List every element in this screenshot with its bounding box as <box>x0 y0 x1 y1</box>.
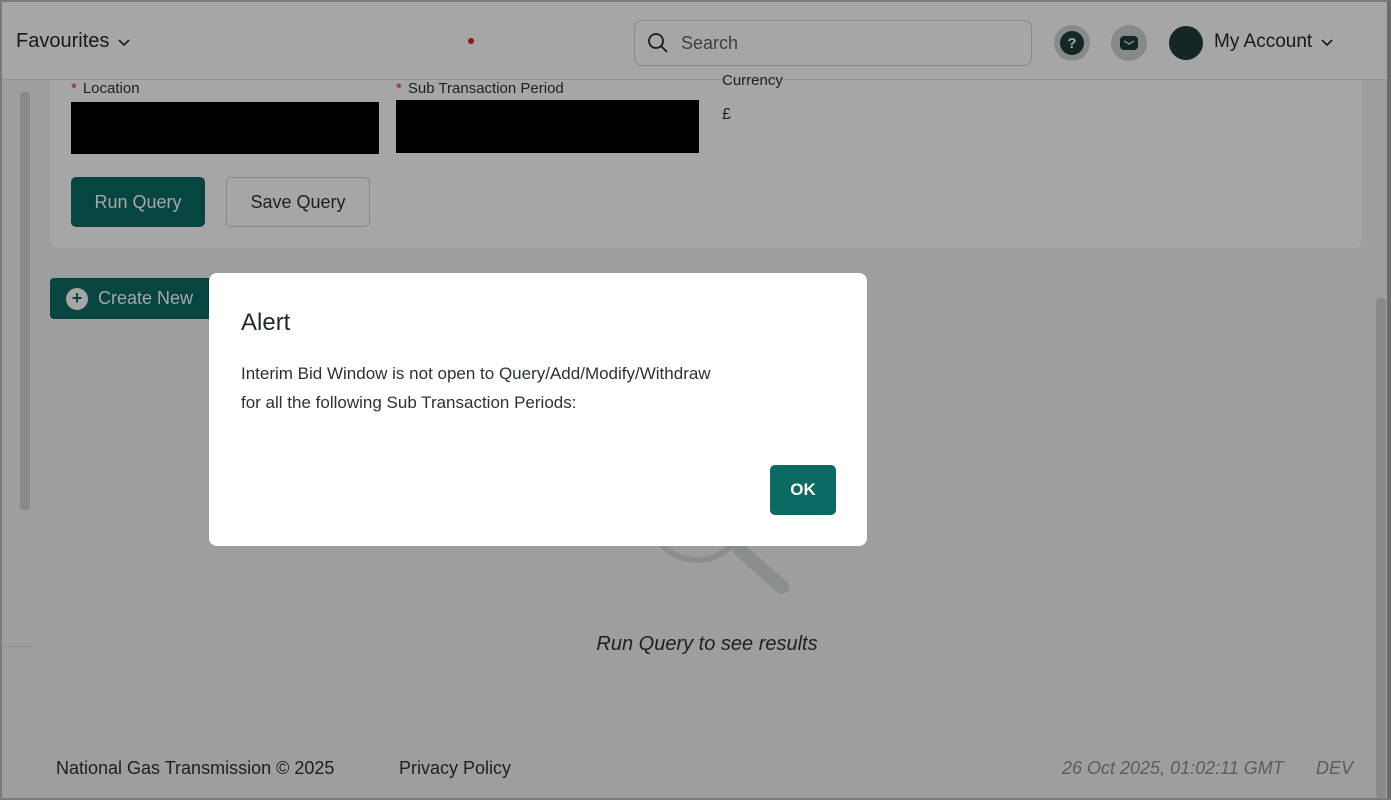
alert-message-line-2: for all the following Sub Transaction Pe… <box>241 393 577 412</box>
alert-dialog: Alert Interim Bid Window is not open to … <box>209 273 867 546</box>
alert-title: Alert <box>241 309 291 336</box>
app-window: Favourites Search ? My Account Currency … <box>0 0 1391 800</box>
alert-message-line-1: Interim Bid Window is not open to Query/… <box>241 364 711 383</box>
ok-button[interactable]: OK <box>770 465 836 515</box>
alert-message: Interim Bid Window is not open to Query/… <box>241 359 841 417</box>
